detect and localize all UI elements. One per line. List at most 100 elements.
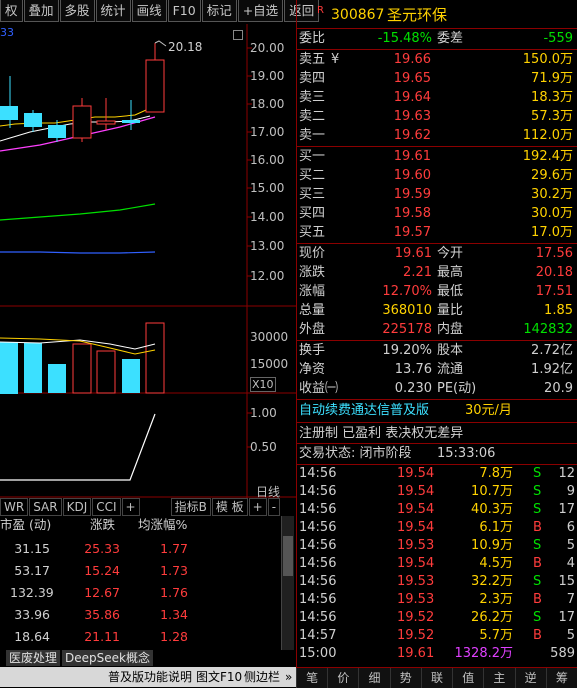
tab-sar[interactable]: SAR (29, 498, 62, 516)
tab-add[interactable]: + (121, 498, 140, 516)
volume-tick: 30000 (250, 330, 289, 344)
trade-state-time: 15:33:06 (437, 446, 496, 461)
bid-price: 19.61 (393, 149, 431, 164)
toolbar-mark-button[interactable]: 标记 (201, 0, 237, 22)
tab-detail[interactable]: 细 (358, 668, 389, 688)
ask-volume: 57.3万 (531, 109, 573, 124)
promo-text[interactable]: 自动续费通达信普及版 (299, 401, 429, 421)
tab-kdj[interactable]: KDJ (62, 498, 92, 516)
tab-main[interactable]: 主 (483, 668, 514, 688)
tick-row[interactable]: 14:56 19.53 2.3万 B 7 (297, 591, 577, 609)
bid-price: 19.57 (393, 225, 431, 240)
toolbar-f10-button[interactable]: F10 (167, 0, 201, 22)
tick-row[interactable]: 14:56 19.54 4.5万 B 4 (297, 555, 577, 573)
promo-banner[interactable]: 自动续费通达信普及版 30元/月 (297, 401, 577, 421)
header-avg-rise[interactable]: 均涨幅% (138, 516, 187, 534)
table-row[interactable]: 53.17 15.24 1.73 (0, 562, 280, 580)
f10-link[interactable]: 图文F10 (196, 667, 242, 687)
quote-label: 内盘 (437, 322, 464, 337)
tab-sector-medical-waste[interactable]: 医废处理 (6, 650, 61, 666)
tab-wr[interactable]: WR (0, 498, 29, 516)
quote-value: 225178 (382, 322, 432, 337)
toolbar-stats-button[interactable]: 统计 (95, 0, 131, 22)
candle-group (0, 43, 165, 142)
tick-row[interactable]: 14:56 19.54 40.3万 S 17 (297, 501, 577, 519)
tab-trend[interactable]: 势 (389, 668, 421, 688)
tick-row[interactable]: 14:57 19.52 5.7万 B 5 (297, 627, 577, 645)
indicator-tabs: WR SAR KDJ CCI + 指标B 模 板 + - (0, 498, 295, 516)
tab-cci[interactable]: CCI (92, 498, 121, 516)
cell-pe: 18.64 (14, 629, 50, 644)
stock-title: R 300867 圣元环保 (297, 5, 577, 25)
toolbar-rights-button[interactable]: 权 (0, 0, 23, 22)
ask-volume: 18.3万 (531, 90, 573, 105)
scroll-thumb[interactable] (283, 536, 293, 576)
bid-row[interactable]: 买三 19.59 30.2万 (297, 186, 577, 204)
bid-row[interactable]: 买一 19.61 192.4万 (297, 148, 577, 166)
tick-row[interactable]: 14:56 19.53 10.9万 S 5 (297, 537, 577, 555)
table-row[interactable]: 31.15 25.33 1.77 (0, 540, 280, 558)
toolbar-overlay-button[interactable]: 叠加 (23, 0, 59, 22)
header-pe[interactable]: 市盈 (动) (0, 516, 51, 534)
table-scrollbar[interactable] (281, 516, 294, 650)
tick-row[interactable]: 14:56 19.54 10.7万 S 9 (297, 483, 577, 501)
toolbar-add-watchlist-button[interactable]: +自选 (237, 0, 284, 22)
quote-value: 17.51 (535, 284, 573, 299)
ask-row[interactable]: 卖四 19.65 71.9万 (297, 70, 577, 88)
bid-volume: 30.2万 (531, 187, 573, 202)
arrows-icon[interactable]: » (285, 667, 292, 687)
ask-row[interactable]: 卖三 19.64 18.3万 (297, 89, 577, 107)
table-row[interactable]: 33.96 35.86 1.34 (0, 606, 280, 624)
ask-row[interactable]: 卖一 19.62 112.0万 (297, 127, 577, 145)
tab-minus-button[interactable]: - (267, 498, 281, 516)
header-change[interactable]: 涨跌 (90, 516, 115, 534)
tab-tick[interactable]: 笔 (296, 668, 327, 688)
table-row[interactable]: 132.39 12.67 1.76 (0, 584, 280, 602)
tab-template[interactable]: 模 板 (211, 498, 248, 516)
tick-row[interactable]: 14:56 19.53 32.2万 S 15 (297, 573, 577, 591)
feature-info-link[interactable]: 普及版功能说明 (108, 667, 192, 687)
bid-row[interactable]: 买四 19.58 30.0万 (297, 205, 577, 223)
quote-label: 今开 (437, 246, 464, 261)
tick-row[interactable]: 14:56 19.52 26.2万 S 17 (297, 609, 577, 627)
tab-chips[interactable]: 筹 (545, 668, 577, 688)
bid-label: 买一 (299, 149, 326, 164)
bid-row[interactable]: 买五 19.57 17.0万 (297, 224, 577, 242)
tick-row[interactable]: 14:56 19.54 6.1万 B 6 (297, 519, 577, 537)
bid-row[interactable]: 买二 19.60 29.6万 (297, 167, 577, 185)
sidebar-link[interactable]: 侧边栏 (244, 667, 280, 687)
table-header: 市盈 (动) 涨跌 均涨幅% (0, 516, 280, 534)
tick-row[interactable]: 15:00 19.61 1328.2万 589 (297, 645, 577, 663)
tab-indicator-b[interactable]: 指标B (170, 498, 211, 516)
kline-chart-area[interactable]: 33 20.18 20.00 19.00 18.00 17.00 16.00 1… (0, 24, 296, 499)
candle (0, 106, 18, 120)
bid-price: 19.59 (393, 187, 431, 202)
quote-value: 368010 (382, 303, 432, 318)
candle (122, 120, 140, 123)
table-row[interactable]: 18.64 21.11 1.28 (0, 628, 280, 646)
toolbar-draw-button[interactable]: 画线 (131, 0, 167, 22)
ask-row[interactable]: 卖二 19.63 57.3万 (297, 108, 577, 126)
promo-price[interactable]: 30元/月 (465, 401, 512, 421)
stats-label: PE(动) (437, 381, 477, 396)
ask-price: 19.62 (393, 128, 431, 143)
quote-label: 最高 (437, 265, 464, 280)
ask-label: 卖二 (299, 109, 326, 124)
price-tick: 16.00 (250, 153, 285, 167)
price-tick: 18.00 (250, 97, 285, 111)
ask-row[interactable]: 卖五 ¥ 19.66 150.0万 (297, 51, 577, 69)
status-bar: 普及版功能说明 图文F10 侧边栏 » (0, 667, 296, 687)
tick-row[interactable]: 14:56 19.54 7.8万 S 12 (297, 465, 577, 483)
price-tick: 19.00 (250, 69, 285, 83)
toolbar-multi-stock-button[interactable]: 多股 (59, 0, 95, 22)
tab-reverse[interactable]: 逆 (514, 668, 546, 688)
trade-state: 交易状态: 闭市阶段 15:33:06 (297, 444, 577, 464)
tab-plus-button[interactable]: + (248, 498, 267, 516)
tab-linked[interactable]: 联 (420, 668, 452, 688)
tab-sector-deepseek[interactable]: DeepSeek概念 (62, 650, 153, 666)
quote-row: 外盘 225178 内盘 142832 (297, 321, 577, 339)
tab-price[interactable]: 价 (327, 668, 358, 688)
stats-label: 股本 (437, 343, 464, 358)
tab-value[interactable]: 值 (452, 668, 483, 688)
stats-label: 流通 (437, 362, 464, 377)
